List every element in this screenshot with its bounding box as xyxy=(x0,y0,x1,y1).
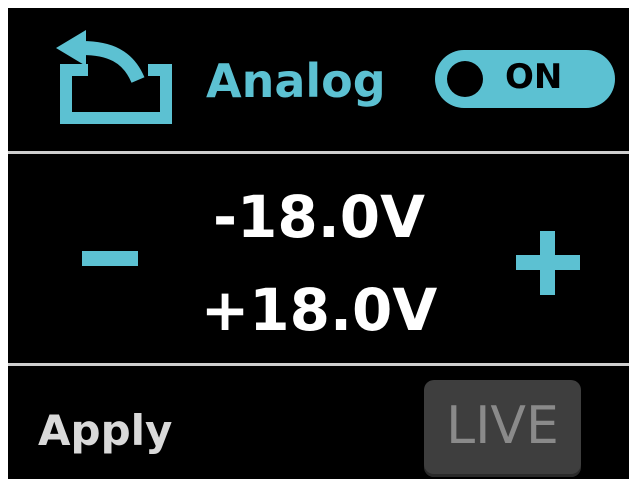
toggle-label: ON xyxy=(505,57,563,97)
negative-voltage-value: -18.0V xyxy=(212,183,426,251)
header: Analog ON xyxy=(8,8,629,151)
apply-button[interactable]: Apply xyxy=(38,410,172,452)
plus-icon[interactable] xyxy=(516,231,580,295)
live-button[interactable]: LIVE xyxy=(424,380,581,477)
back-arrow-icon xyxy=(56,30,172,124)
bottom-divider xyxy=(8,363,629,366)
device-screen: Analog ON -18.0V +18.0V Apply LIVE xyxy=(8,8,629,479)
positive-voltage-value: +18.0V xyxy=(200,276,438,344)
minus-icon[interactable] xyxy=(82,251,138,266)
toggle-knob xyxy=(447,61,483,97)
power-toggle[interactable]: ON xyxy=(435,50,615,108)
live-label: LIVE xyxy=(446,396,559,456)
back-button[interactable] xyxy=(54,30,178,130)
plus-vertical-bar xyxy=(540,231,555,295)
top-divider xyxy=(8,151,629,154)
page-title: Analog xyxy=(206,54,386,108)
